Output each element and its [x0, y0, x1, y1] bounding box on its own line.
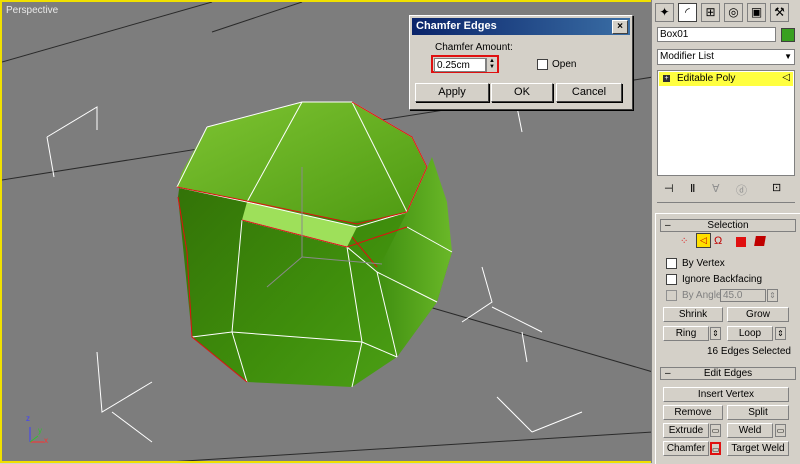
polygon-mode-icon[interactable]	[736, 237, 746, 247]
by-angle-checkbox[interactable]	[666, 290, 677, 301]
by-vertex-label: By Vertex	[682, 258, 725, 269]
edge-mode-icon[interactable]: ◁	[696, 233, 711, 248]
divider	[657, 202, 795, 203]
target-weld-button[interactable]: Target Weld	[727, 441, 789, 456]
edit-edges-rollout-title[interactable]: – Edit Edges	[660, 367, 796, 380]
open-checkbox[interactable]	[537, 59, 548, 70]
stack-item-label: Editable Poly	[677, 73, 736, 84]
chamfer-amount-input[interactable]: 0.25cm	[434, 58, 486, 72]
modifier-list-dropdown[interactable]: Modifier List ▼	[657, 49, 795, 65]
modifier-list-label: Modifier List	[660, 51, 714, 62]
remove-button[interactable]: Remove	[663, 405, 723, 420]
element-mode-icon[interactable]	[754, 236, 766, 246]
configure-sets-icon[interactable]: ⊡	[772, 181, 781, 194]
object-name-field[interactable]: Box01	[657, 27, 776, 42]
cancel-button[interactable]: Cancel	[556, 83, 622, 102]
weld-button[interactable]: Weld	[727, 423, 773, 438]
border-mode-icon[interactable]: Ω	[714, 235, 722, 247]
create-icon[interactable]: ✦	[655, 3, 674, 22]
object-color-swatch[interactable]	[781, 28, 795, 42]
vertex-mode-icon[interactable]: ⁘	[680, 236, 688, 247]
edit-edges-title-text: Edit Edges	[703, 368, 753, 379]
modifier-stack[interactable]: + Editable Poly ◁	[657, 70, 795, 176]
apply-button[interactable]: Apply	[415, 83, 489, 102]
display-icon[interactable]: ▣	[747, 3, 766, 22]
ignore-backfacing-label: Ignore Backfacing	[682, 274, 763, 285]
make-unique-icon[interactable]: ∀	[712, 182, 720, 195]
loop-spinner[interactable]: ⇕	[775, 327, 786, 340]
selection-status: 16 Edges Selected	[707, 346, 791, 357]
open-label: Open	[552, 59, 577, 70]
remove-modifier-icon[interactable]: ⓓ	[736, 182, 747, 198]
chamfer-amount-label: Chamfer Amount:	[435, 42, 513, 53]
command-panel: ✦ ◜ ⊞ ◎ ▣ ⚒ Box01 Modifier List ▼ + Edit…	[651, 0, 800, 464]
edge-subobject-icon: ◁	[782, 72, 790, 83]
selection-rollout-title[interactable]: – Selection	[660, 219, 796, 232]
weld-settings-icon[interactable]: ▭	[775, 424, 786, 437]
dialog-titlebar[interactable]: Chamfer Edges ×	[412, 18, 630, 35]
show-end-result-icon[interactable]: Ⅱ	[690, 182, 695, 195]
axis-y-label: y	[38, 426, 42, 435]
extrude-settings-icon[interactable]: ▭	[710, 424, 721, 437]
close-button[interactable]: ×	[612, 20, 628, 34]
dialog-title: Chamfer Edges	[416, 20, 497, 32]
viewport-label[interactable]: Perspective	[6, 5, 58, 16]
modify-icon[interactable]: ◜	[678, 3, 697, 22]
hierarchy-icon[interactable]: ⊞	[701, 3, 720, 22]
selection-title-text: Selection	[707, 220, 749, 231]
by-angle-input[interactable]: 45.0	[720, 289, 766, 302]
axis-z-label: z	[26, 414, 30, 423]
expand-icon[interactable]: +	[663, 75, 670, 82]
by-angle-spinner[interactable]: ⇕	[767, 289, 778, 302]
chamfered-box-mesh	[176, 101, 453, 388]
chamfer-settings-icon[interactable]: ▭	[710, 442, 721, 455]
axis-x-label: x	[44, 436, 48, 445]
motion-icon[interactable]: ◎	[724, 3, 743, 22]
shrink-button[interactable]: Shrink	[663, 307, 723, 322]
pin-stack-icon[interactable]: ⊣	[664, 182, 674, 195]
grow-button[interactable]: Grow	[727, 307, 789, 322]
chamfer-button[interactable]: Chamfer	[663, 441, 709, 456]
loop-button[interactable]: Loop	[727, 326, 773, 341]
split-button[interactable]: Split	[727, 405, 789, 420]
collapse-icon: –	[665, 220, 671, 231]
by-vertex-checkbox[interactable]	[666, 258, 677, 269]
insert-vertex-button[interactable]: Insert Vertex	[663, 387, 789, 402]
ignore-backfacing-checkbox[interactable]	[666, 274, 677, 285]
utilities-icon[interactable]: ⚒	[770, 3, 789, 22]
collapse-icon: –	[665, 368, 671, 379]
by-angle-label: By Angle:	[682, 290, 725, 301]
ok-button[interactable]: OK	[491, 83, 553, 102]
ring-spinner[interactable]: ⇕	[710, 327, 721, 340]
stack-item-editable-poly[interactable]: + Editable Poly ◁	[659, 72, 793, 86]
ring-button[interactable]: Ring	[663, 326, 709, 341]
extrude-button[interactable]: Extrude	[663, 423, 709, 438]
chevron-down-icon: ▼	[784, 52, 792, 61]
chamfer-amount-spinner[interactable]: ▲ ▼	[486, 58, 497, 72]
chamfer-edges-dialog: Chamfer Edges × Chamfer Amount: 0.25cm ▲…	[409, 15, 633, 110]
